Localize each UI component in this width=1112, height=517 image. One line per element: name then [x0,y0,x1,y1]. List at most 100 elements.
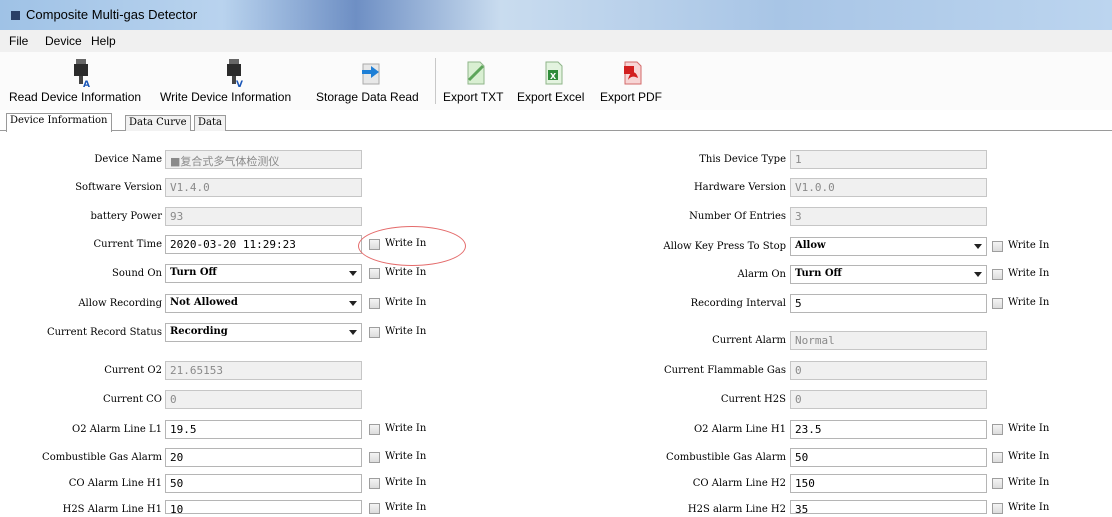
menu-bar: File Device Help [0,30,1112,52]
chevron-down-icon [974,272,982,277]
write-in-label: Write In [385,477,427,488]
write-in-label: Write In [1008,477,1050,488]
window-title: Composite Multi-gas Detector [26,7,198,22]
software-version-label: Software Version [75,182,162,193]
export-txt-button[interactable]: Export TXT [443,52,509,108]
h2s-alarm-h2-label: H2S alarm Line H2 [687,504,786,515]
svg-text:A: A [83,80,90,88]
co-alarm-h2-write-checkbox[interactable] [992,478,1003,489]
record-status-label: Current Record Status [46,327,162,338]
record-status-select[interactable]: Recording [165,323,362,342]
allow-recording-select[interactable]: Not Allowed [165,294,362,313]
sound-on-label: Sound On [112,268,162,279]
comb-gas-alarm-label: Combustible Gas Alarm [42,452,162,463]
device-type-label: This Device Type [699,154,786,165]
recording-interval-label: Recording Interval [690,298,786,309]
current-alarm-label: Current Alarm [712,335,786,346]
o2-alarm-l1-field[interactable]: 19.5 [165,420,362,439]
current-alarm-field: Normal [790,331,987,350]
o2-alarm-l1-write-checkbox[interactable] [369,424,380,435]
alarm-on-select[interactable]: Turn Off [790,265,987,284]
storage-read-button[interactable]: Storage Data Read [316,52,428,108]
recording-interval-write-checkbox[interactable] [992,298,1003,309]
title-bar: Composite Multi-gas Detector [0,0,1112,30]
write-in-label: Write In [1008,502,1050,513]
allow-recording-write-checkbox[interactable] [369,298,380,309]
record-status-value: Recording [170,326,228,337]
current-co-label: Current CO [102,394,162,405]
recording-interval-field[interactable]: 5 [790,294,987,313]
export-pdf-label: Export PDF [600,90,663,104]
chevron-down-icon [349,271,357,276]
flammable-gas-field: 0 [790,361,987,380]
tab-data[interactable]: Data [194,115,226,131]
export-pdf-button[interactable]: Export PDF [600,52,666,108]
co-alarm-h2-field[interactable]: 150 [790,474,987,493]
current-time-field[interactable]: 2020-03-20 11:29:23 [165,235,362,254]
read-device-button[interactable]: A Read Device Information [9,52,149,108]
menu-file[interactable]: File [9,34,28,48]
software-version-field: V1.4.0 [165,178,362,197]
co-alarm-h2-label: CO Alarm Line H2 [692,478,786,489]
h2s-alarm-h1-write-checkbox[interactable] [369,503,380,514]
h2s-alarm-h1-field[interactable]: 10 [165,500,362,514]
flammable-gas-label: Current Flammable Gas [663,365,786,376]
sound-on-value: Turn Off [170,267,217,278]
write-in-label: Write In [1008,268,1050,279]
current-h2s-field: 0 [790,390,987,409]
tab-device-information[interactable]: Device Information [6,113,112,132]
read-device-label: Read Device Information [9,90,142,104]
chevron-down-icon [349,301,357,306]
key-press-stop-write-checkbox[interactable] [992,241,1003,252]
alarm-on-write-checkbox[interactable] [992,269,1003,280]
sound-on-select[interactable]: Turn Off [165,264,362,283]
o2-alarm-l1-label: O2 Alarm Line L1 [72,424,162,435]
battery-power-field: 93 [165,207,362,226]
write-in-label: Write In [1008,240,1050,251]
comb-gas-alarm-field[interactable]: 20 [165,448,362,467]
device-type-field: 1 [790,150,987,169]
write-device-label: Write Device Information [160,90,292,104]
comb-gas-alarm-right-field[interactable]: 50 [790,448,987,467]
key-press-stop-label: Allow Key Press To Stop [663,241,786,252]
export-excel-label: Export Excel [517,90,585,104]
app-icon [11,11,20,20]
excel-file-icon: X [545,61,563,85]
tab-data-curve[interactable]: Data Curve [125,115,191,131]
write-in-label: Write In [385,267,427,278]
record-status-write-checkbox[interactable] [369,327,380,338]
current-o2-field: 21.65153 [165,361,362,380]
export-excel-button[interactable]: X Export Excel [517,52,595,108]
current-o2-label: Current O2 [104,365,162,376]
alarm-on-value: Turn Off [795,268,842,279]
h2s-alarm-h1-label: H2S Alarm Line H1 [62,504,162,515]
co-alarm-h1-field[interactable]: 50 [165,474,362,493]
h2s-alarm-h2-write-checkbox[interactable] [992,503,1003,514]
toolbar: A Read Device Information V Write Device… [0,52,1112,110]
write-device-button[interactable]: V Write Device Information [160,52,308,108]
key-press-stop-select[interactable]: Allow [790,237,987,256]
allow-recording-value: Not Allowed [170,297,238,308]
key-press-stop-value: Allow [795,240,826,251]
sound-on-write-checkbox[interactable] [369,268,380,279]
svg-text:V: V [236,80,243,88]
write-in-label: Write In [385,502,427,513]
comb-gas-alarm-right-write-checkbox[interactable] [992,452,1003,463]
chevron-down-icon [974,244,982,249]
storage-arrow-icon [362,63,380,85]
o2-alarm-h1-label: O2 Alarm Line H1 [693,424,786,435]
write-in-label: Write In [1008,297,1050,308]
alarm-on-label: Alarm On [737,269,786,280]
usb-read-icon: A [74,59,90,88]
co-alarm-h1-write-checkbox[interactable] [369,478,380,489]
o2-alarm-h1-write-checkbox[interactable] [992,424,1003,435]
h2s-alarm-h2-field[interactable]: 35 [790,500,987,514]
write-in-label: Write In [385,451,427,462]
o2-alarm-h1-field[interactable]: 23.5 [790,420,987,439]
menu-device[interactable]: Device [45,34,82,48]
write-in-label: Write In [385,297,427,308]
comb-gas-alarm-write-checkbox[interactable] [369,452,380,463]
usb-write-icon: V [227,59,243,88]
pdf-file-icon [624,61,642,85]
menu-help[interactable]: Help [91,34,116,48]
